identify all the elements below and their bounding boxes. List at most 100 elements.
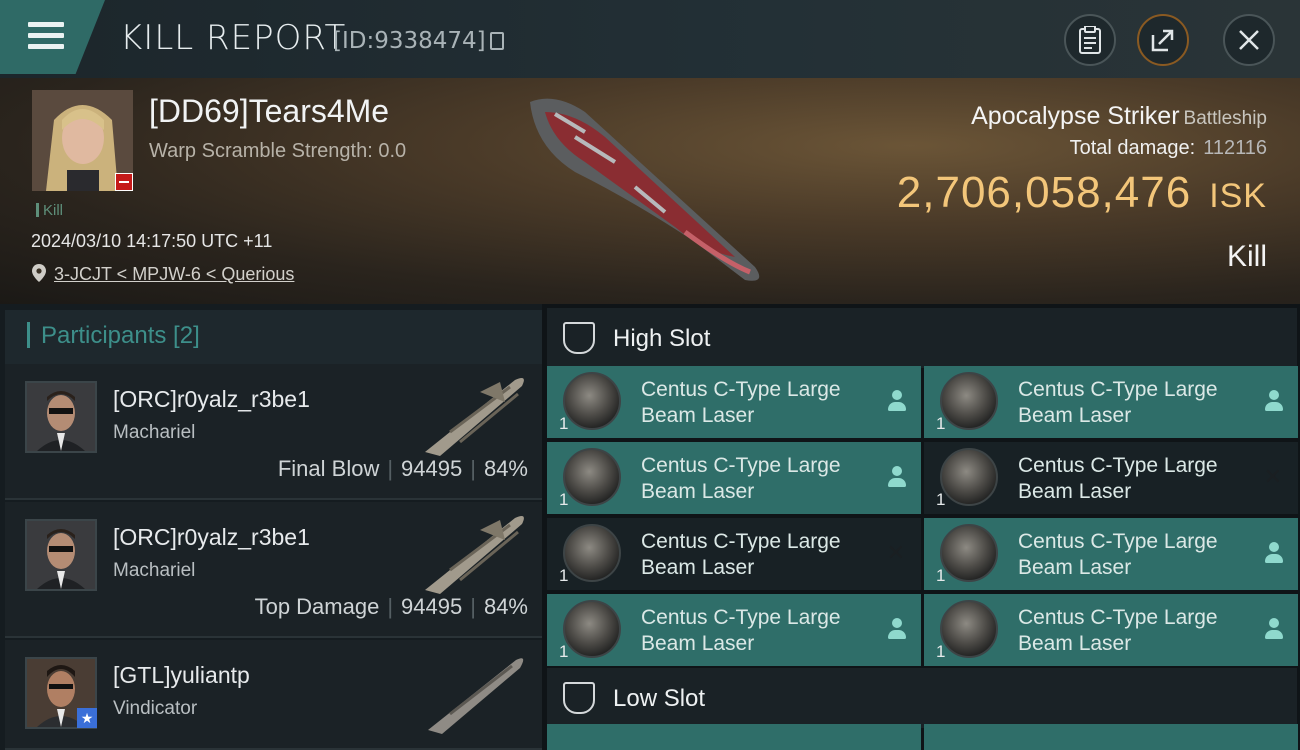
- item-qty: 1: [936, 642, 946, 661]
- report-id: [ID:9338474]: [333, 28, 486, 54]
- avatar: [25, 519, 97, 591]
- high-slot-label: High Slot: [613, 325, 711, 352]
- isk-value: 2,706,058,476 ISK: [897, 168, 1267, 218]
- share-button[interactable]: [1137, 14, 1189, 66]
- hamburger-icon: [28, 22, 64, 50]
- share-icon: [1151, 29, 1174, 52]
- item-qty: 1: [559, 414, 569, 433]
- high-slot-header: High Slot: [547, 308, 1297, 368]
- participant-stats: Final Blow | 94495 | 84%: [277, 456, 528, 481]
- fitting-item[interactable]: 1 Centus C-Type Large Beam Laser: [924, 366, 1298, 438]
- participant-row[interactable]: [ORC]r0yalz_r3be1 Machariel Top Damage | 9…: [5, 502, 542, 638]
- dropped-person-icon: [1264, 390, 1284, 412]
- header-bar: KILL REPORT [ID:9338474]: [0, 0, 1300, 78]
- participant-damage: 94495: [401, 594, 463, 619]
- participant-ship: Machariel: [113, 422, 196, 443]
- participants-title: Participants [2]: [41, 322, 200, 349]
- participant-ship: Vindicator: [113, 698, 198, 719]
- fitting-item[interactable]: 1 Centus C-Type Large Beam Laser: [547, 594, 921, 666]
- isk-amount: 2,706,058,476: [896, 168, 1192, 217]
- page-title: KILL REPORT: [120, 18, 347, 58]
- participant-stats: Top Damage | 94495 | 84%: [254, 594, 528, 619]
- beam-laser-icon: [563, 448, 621, 506]
- fitting-item[interactable]: 1 Centus C-Type Large Beam Laser: [924, 518, 1298, 590]
- item-qty: 1: [936, 414, 946, 433]
- menu-button[interactable]: [0, 0, 105, 74]
- participant-ship-image: [428, 658, 524, 734]
- dropped-person-icon: [887, 618, 907, 640]
- avatar: [25, 381, 97, 453]
- fitting-item[interactable]: 1 Centus C-Type Large Beam Laser ✕: [924, 442, 1298, 514]
- item-name: Centus C-Type Large Beam Laser: [641, 606, 841, 655]
- dropped-person-icon: [1264, 618, 1284, 640]
- participant-row[interactable]: ★ [GTL]yuliantp Vindicator: [5, 640, 542, 750]
- victim-ship-name: Apocalypse Striker Battleship: [971, 102, 1267, 131]
- fitting-item-partial[interactable]: [547, 724, 921, 750]
- beam-laser-icon: [940, 600, 998, 658]
- star-badge-icon: ★: [77, 708, 97, 728]
- participants-header: Participants [2]: [5, 310, 542, 364]
- participant-ship-image: [425, 516, 524, 594]
- item-qty: 1: [936, 566, 946, 585]
- total-damage: Total damage: 112116: [1070, 137, 1267, 160]
- item-name: Centus C-Type Large Beam Laser: [1018, 454, 1218, 503]
- item-qty: 1: [559, 490, 569, 509]
- close-icon: [1239, 30, 1259, 50]
- participant-percent: 84%: [483, 594, 528, 619]
- dropped-person-icon: [887, 390, 907, 412]
- result-label: Kill: [1226, 240, 1267, 273]
- low-slot-header: Low Slot: [547, 668, 1297, 728]
- item-name: Centus C-Type Large Beam Laser: [641, 530, 841, 579]
- participant-role: Final Blow: [277, 456, 380, 481]
- standing-negative-icon: [115, 173, 133, 191]
- victim-ship-image[interactable]: [515, 92, 780, 292]
- copy-icon[interactable]: [490, 32, 504, 50]
- kill-tag: Kill: [36, 202, 63, 219]
- participant-percent: 84%: [483, 456, 528, 481]
- item-qty: 1: [559, 566, 569, 585]
- location-pin-icon: [32, 264, 46, 282]
- beam-laser-icon: [563, 524, 621, 582]
- participant-ship-image: [425, 378, 524, 456]
- clipboard-icon: [1079, 26, 1101, 54]
- item-qty: 1: [559, 642, 569, 661]
- item-qty: 1: [936, 490, 946, 509]
- fitting-item[interactable]: 1 Centus C-Type Large Beam Laser: [547, 442, 921, 514]
- fitting-item-partial[interactable]: [924, 724, 1298, 750]
- dropped-person-icon: [887, 466, 907, 488]
- participant-ship: Machariel: [113, 560, 196, 581]
- fitting-item[interactable]: 1 Centus C-Type Large Beam Laser: [924, 594, 1298, 666]
- destroyed-x-icon: ✕: [886, 540, 905, 565]
- beam-laser-icon: [940, 524, 998, 582]
- beam-laser-icon: [563, 600, 621, 658]
- participant-row[interactable]: [ORC]r0yalz_r3be1 Machariel Final Blow | 9…: [5, 364, 542, 500]
- isk-unit: ISK: [1209, 177, 1267, 215]
- beam-laser-icon: [563, 372, 621, 430]
- high-slot-icon: [563, 322, 595, 354]
- beam-laser-icon: [940, 372, 998, 430]
- low-slot-label: Low Slot: [613, 685, 706, 712]
- item-name: Centus C-Type Large Beam Laser: [1018, 530, 1218, 579]
- ship-name-text: Apocalypse Striker: [971, 102, 1180, 130]
- fitting-item[interactable]: 1 Centus C-Type Large Beam Laser: [547, 366, 921, 438]
- warp-scramble: Warp Scramble Strength: 0.0: [149, 140, 407, 162]
- participant-damage: 94495: [401, 456, 463, 481]
- destroyed-x-icon: ✕: [1263, 464, 1282, 489]
- participant-name: [GTL]yuliantp: [113, 662, 250, 688]
- item-name: Centus C-Type Large Beam Laser: [1018, 378, 1218, 427]
- beam-laser-icon: [940, 448, 998, 506]
- close-button[interactable]: [1223, 14, 1275, 66]
- location-link[interactable]: 3-JCJT < MPJW-6 < Querious: [54, 264, 294, 285]
- victim-name[interactable]: [DD69]Tears4Me: [149, 93, 389, 130]
- item-name: Centus C-Type Large Beam Laser: [641, 454, 841, 503]
- ship-class-text: Battleship: [1183, 108, 1267, 129]
- item-name: Centus C-Type Large Beam Laser: [1018, 606, 1218, 655]
- dropped-person-icon: [1264, 542, 1284, 564]
- low-slot-icon: [563, 682, 595, 714]
- clipboard-button[interactable]: [1064, 14, 1116, 66]
- item-name: Centus C-Type Large Beam Laser: [641, 378, 841, 427]
- total-damage-value: 112116: [1203, 137, 1267, 159]
- total-damage-label: Total damage:: [1069, 137, 1196, 159]
- participant-name: [ORC]r0yalz_r3be1: [113, 386, 310, 412]
- fitting-item[interactable]: 1 Centus C-Type Large Beam Laser ✕: [547, 518, 921, 590]
